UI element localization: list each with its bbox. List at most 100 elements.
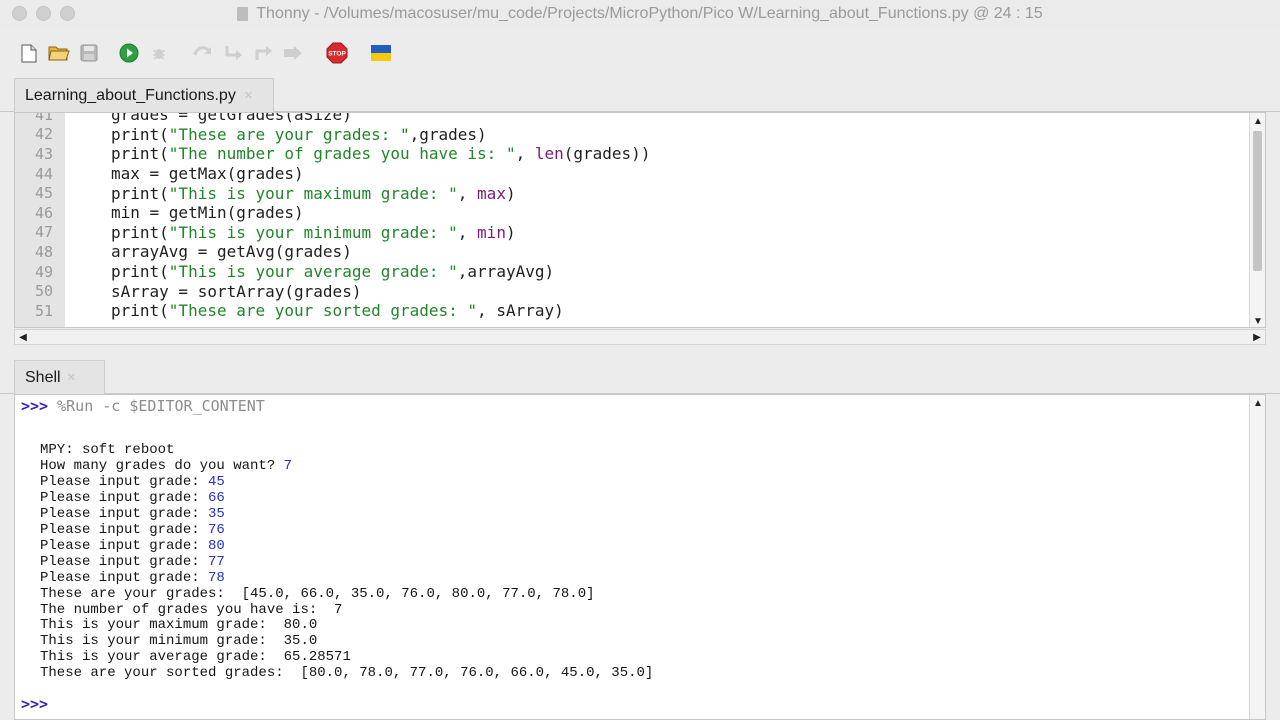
code-text: print("The number of grades you have is:… bbox=[65, 144, 650, 163]
tab-label: Learning_about_Functions.py bbox=[25, 86, 236, 104]
step-into-icon[interactable] bbox=[222, 42, 244, 64]
code-token: (grades)) bbox=[563, 144, 651, 164]
shell-output-line: This is your maximum grade: 80.0 bbox=[40, 618, 653, 634]
code-text: max = getMax(grades) bbox=[65, 164, 304, 183]
tab-shell[interactable]: Shell ✕ bbox=[14, 360, 105, 394]
code-token: , bbox=[515, 144, 535, 164]
code-text: grades = getGrades(aSize) bbox=[65, 113, 352, 124]
step-over-icon[interactable] bbox=[192, 42, 214, 64]
new-file-icon[interactable] bbox=[18, 42, 40, 64]
shell-input-prompt[interactable]: >>> bbox=[21, 695, 48, 713]
code-text: print("These are your sorted grades: ", … bbox=[65, 301, 564, 320]
stop-icon[interactable]: STOP bbox=[326, 42, 348, 64]
save-icon[interactable] bbox=[78, 42, 100, 64]
output-text: This is your minimum grade: 35.0 bbox=[40, 633, 318, 650]
code-token: print( bbox=[111, 222, 169, 242]
code-token: ,grades) bbox=[409, 124, 487, 144]
shell-output-line: This is your average grade: 65.28571 bbox=[40, 649, 653, 666]
shell-output-line: Please input grade: 35 bbox=[40, 506, 653, 523]
user-input-value: 45 bbox=[208, 473, 225, 490]
shell-scroll-up-icon[interactable]: ▲ bbox=[1250, 395, 1265, 411]
code-token: max = getMax(grades) bbox=[111, 164, 304, 184]
scrollbar-thumb[interactable] bbox=[1253, 131, 1262, 271]
editor-tab-bar: Learning_about_Functions.py ✕ bbox=[0, 78, 1280, 112]
string-literal: "These are your sorted grades: " bbox=[168, 301, 478, 321]
line-number: 46 bbox=[34, 203, 53, 222]
shell-output-line: Please input grade: 77 bbox=[40, 553, 653, 571]
ukraine-flag-icon[interactable] bbox=[370, 42, 392, 64]
user-input-value: 76 bbox=[208, 521, 225, 538]
code-line[interactable]: 45 print("This is your maximum grade: ", … bbox=[15, 183, 1249, 203]
code-editor[interactable]: 41 grades = getGrades(aSize) 42 print("Thes… bbox=[14, 112, 1266, 328]
scroll-up-icon[interactable]: ▲ bbox=[1250, 113, 1265, 129]
document-icon bbox=[237, 7, 249, 21]
close-window-button[interactable] bbox=[12, 6, 27, 21]
shell-output-line: Please input grade: 80 bbox=[40, 538, 653, 555]
line-number: 47 bbox=[34, 223, 53, 242]
minimize-window-button[interactable] bbox=[36, 6, 51, 21]
code-token: , bbox=[457, 183, 478, 203]
line-number: 42 bbox=[34, 125, 53, 144]
string-literal: "This is your minimum grade: " bbox=[168, 222, 458, 242]
resume-icon[interactable] bbox=[282, 42, 304, 64]
editor-vertical-scrollbar[interactable]: ▲ ▼ bbox=[1249, 113, 1265, 327]
code-token: min = getMin(grades) bbox=[111, 203, 304, 223]
tab-learning-about-functions[interactable]: Learning_about_Functions.py ✕ bbox=[14, 78, 275, 112]
shell-output-line: Please input grade: 45 bbox=[40, 473, 653, 491]
shell-console[interactable]: >>> %Run -c $EDITOR_CONTENT MPY: soft re… bbox=[14, 394, 1266, 720]
code-token: print( bbox=[111, 262, 169, 282]
output-text: Please input grade: bbox=[40, 569, 209, 586]
scroll-right-icon[interactable]: ▶ bbox=[1249, 330, 1265, 344]
output-text: Please input grade: bbox=[40, 473, 209, 490]
code-line[interactable]: 50 sArray = sortArray(grades) bbox=[15, 281, 1249, 301]
code-token: print( bbox=[111, 183, 169, 203]
scroll-down-icon[interactable]: ▼ bbox=[1250, 313, 1265, 327]
code-line[interactable]: 43 print("The number of grades you have i… bbox=[15, 144, 1249, 164]
window-title: Thonny - /Volumes/macosuser/mu_code/Proj… bbox=[256, 5, 1043, 22]
code-text: print("This is your maximum grade: ", ma… bbox=[65, 184, 516, 203]
shell-command: %Run -c $EDITOR_CONTENT bbox=[57, 397, 265, 415]
close-shell-tab-icon[interactable]: ✕ bbox=[67, 371, 76, 384]
debug-icon[interactable] bbox=[148, 42, 170, 64]
code-token: arrayAvg = getAvg(grades) bbox=[111, 242, 352, 262]
shell-vertical-scrollbar[interactable]: ▲ bbox=[1249, 395, 1265, 719]
code-line[interactable]: 41 grades = getGrades(aSize) bbox=[15, 112, 1249, 125]
code-token: ) bbox=[505, 222, 516, 242]
user-input-value: 78 bbox=[208, 569, 225, 586]
code-line[interactable]: 44 max = getMax(grades) bbox=[15, 164, 1249, 184]
shell-output-line: The number of grades you have is: 7 bbox=[40, 602, 653, 619]
stop-label: STOP bbox=[328, 51, 346, 58]
builtin-name: min bbox=[477, 222, 506, 242]
code-token: print( bbox=[111, 301, 169, 321]
close-tab-icon[interactable]: ✕ bbox=[244, 89, 253, 102]
line-number: 41 bbox=[34, 112, 53, 124]
code-line[interactable]: 42 print("These are your grades: ",grades… bbox=[15, 125, 1249, 145]
run-icon[interactable] bbox=[118, 42, 140, 64]
line-number: 45 bbox=[34, 184, 53, 203]
scroll-left-icon[interactable]: ◀ bbox=[15, 330, 31, 344]
line-number: 44 bbox=[34, 164, 53, 183]
code-text: min = getMin(grades) bbox=[65, 203, 304, 222]
output-text: Please input grade: bbox=[40, 553, 209, 570]
code-line[interactable]: 48 arrayAvg = getAvg(grades) bbox=[15, 242, 1249, 262]
output-text: This is your average grade: 65.28571 bbox=[40, 649, 351, 666]
shell-output-line: These are your sorted grades: [80.0, 78.… bbox=[40, 665, 653, 682]
code-token: print( bbox=[111, 124, 169, 144]
editor-horizontal-scrollbar[interactable]: ◀ ▶ bbox=[14, 329, 1266, 345]
user-input-value: 7 bbox=[283, 457, 293, 474]
step-out-icon[interactable] bbox=[252, 42, 274, 64]
zoom-window-button[interactable] bbox=[60, 6, 75, 21]
output-text: MPY: soft reboot bbox=[40, 442, 175, 458]
shell-output-line: MPY: soft reboot bbox=[40, 442, 653, 459]
title-bar: Thonny - /Volumes/macosuser/mu_code/Proj… bbox=[0, 0, 1280, 28]
code-line[interactable]: 49 print("This is your average grade: ",a… bbox=[15, 262, 1249, 282]
line-number: 49 bbox=[34, 262, 53, 281]
open-file-icon[interactable] bbox=[48, 42, 70, 64]
shell-output-line: Please input grade: 66 bbox=[40, 490, 653, 507]
shell-prompt: >>> bbox=[21, 397, 49, 415]
string-literal: "This is your average grade: " bbox=[168, 262, 458, 282]
code-line[interactable]: 51 print("These are your sorted grades: "… bbox=[15, 301, 1249, 321]
code-line[interactable]: 46 min = getMin(grades) bbox=[15, 203, 1249, 223]
user-input-value: 77 bbox=[208, 553, 225, 570]
code-line[interactable]: 47 print("This is your minimum grade: ", … bbox=[15, 223, 1249, 243]
